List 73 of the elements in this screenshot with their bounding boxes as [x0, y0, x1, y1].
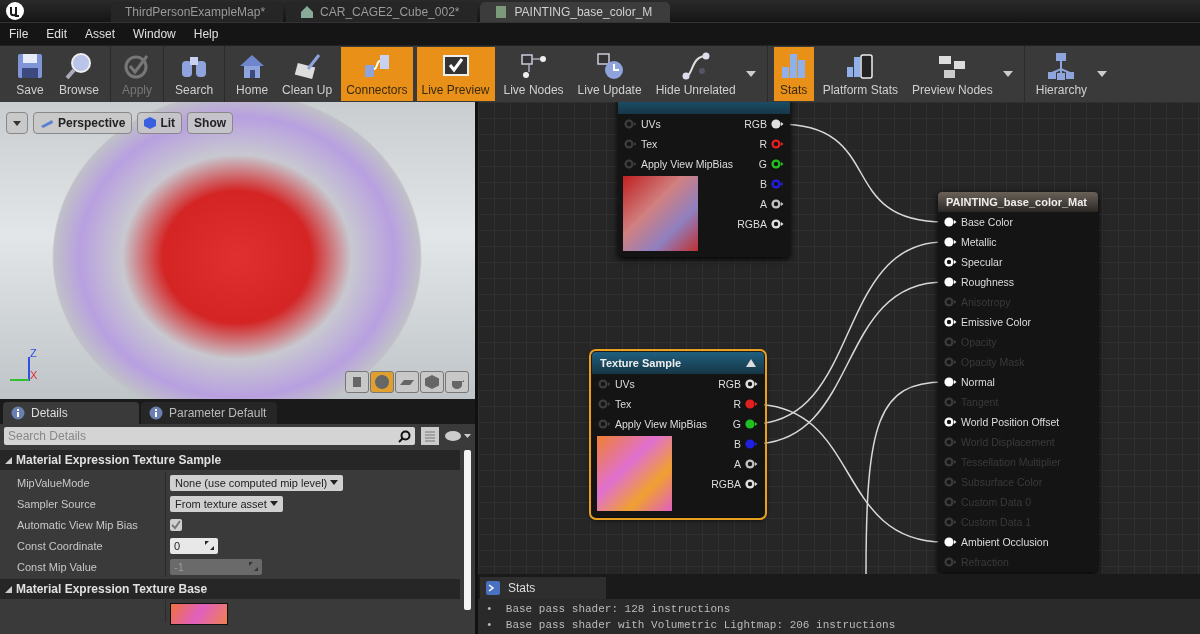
panel-tab[interactable]: Parameter Default — [141, 402, 277, 424]
property-label: Const Coordinate — [0, 535, 166, 556]
pin-label: RGB — [718, 378, 741, 390]
toolbar-button[interactable]: Hide Unrelated — [650, 47, 761, 101]
texture-sample-node[interactable]: Texture Sample UVs Tex Apply View MipBias RGB R G B A RGBA — [592, 352, 764, 517]
pin-label: RGB — [744, 118, 767, 130]
pin-label: G — [732, 418, 741, 430]
menu-item[interactable]: Asset — [76, 27, 125, 41]
toolbar-button[interactable]: Save — [10, 47, 50, 101]
pin-label: Normal — [961, 376, 995, 388]
viewport-button[interactable]: Show — [187, 112, 234, 134]
search-field[interactable]: Search Details — [4, 427, 415, 445]
menu-item[interactable]: Help — [184, 27, 228, 41]
section-header[interactable]: Material Expression Texture Base — [0, 579, 460, 599]
section-title: Material Expression Texture Sample — [16, 453, 222, 467]
pin-label: World Position Offset — [961, 416, 1060, 428]
pin-label: B — [734, 438, 741, 450]
toolbar-button[interactable]: Live Preview — [416, 47, 495, 101]
pin-label: Base Color — [961, 216, 1013, 228]
toolbar-button[interactable]: Home — [231, 47, 274, 101]
pin-label: Specular — [961, 256, 1003, 268]
pin-label: UVs — [615, 378, 635, 390]
pin-label: Apply View MipBias — [641, 158, 733, 170]
node-title: Texture Sample — [600, 357, 682, 369]
toolbar-button[interactable]: Browse — [54, 47, 104, 101]
pin-label: Tex — [641, 138, 658, 150]
pin-label: Apply View MipBias — [615, 418, 707, 430]
node-title: PAINTING_base_color_Mat — [946, 196, 1087, 208]
property-label: Sampler Source — [0, 493, 166, 514]
pin-label: Roughness — [961, 276, 1015, 288]
toolbar-button[interactable]: Connectors — [341, 47, 413, 101]
document-tab[interactable]: PAINTING_base_color_M — [480, 2, 671, 22]
axis-label: Z — [30, 347, 37, 359]
property-label: MipValueMode — [0, 472, 166, 493]
toolbar-button[interactable]: Stats — [773, 47, 814, 101]
stats-line: • Base pass shader: 128 instructions — [486, 602, 732, 617]
section-header[interactable]: Material Expression Texture Sample — [0, 450, 460, 470]
toolbar-button[interactable]: Clean Up — [277, 47, 338, 101]
axis-label: X — [30, 369, 38, 381]
toolbar-button[interactable]: Live Nodes — [498, 47, 569, 101]
pin-label: R — [733, 398, 741, 410]
menu-item[interactable]: Window — [124, 27, 185, 41]
pin-label: Metallic — [961, 236, 997, 248]
pin-label: UVs — [641, 118, 661, 130]
section-title: Material Expression Texture Base — [16, 582, 208, 596]
texture-sample-node[interactable]: UVs Tex Apply View MipBias RGB R G B A RGBA — [618, 102, 790, 257]
panel-tab[interactable]: Stats — [480, 577, 606, 599]
pin-label: G — [758, 158, 767, 170]
property-label: Const Mip Value — [0, 556, 166, 577]
pin-label: A — [734, 458, 741, 470]
pin-label: R — [759, 138, 767, 150]
panel-tab[interactable]: Details — [3, 402, 139, 424]
pin-label: B — [760, 178, 767, 190]
toolbar-button[interactable]: Platform Stats — [817, 47, 904, 101]
viewport-button[interactable]: Perspective — [33, 112, 133, 134]
pin-label: RGBA — [737, 218, 767, 230]
property-label: Automatic View Mip Bias — [0, 514, 166, 535]
pin-label: A — [760, 198, 767, 210]
pin-label: RGBA — [711, 478, 741, 490]
number-field[interactable]: 0 — [170, 537, 218, 554]
menu-item[interactable]: Edit — [37, 27, 77, 41]
stats-line: • Base pass shader with Volumetric Lightmap: 206 instructions — [486, 618, 897, 633]
toolbar-button[interactable]: Live Update — [572, 47, 647, 101]
toolbar-button[interactable]: Hierarchy — [1030, 47, 1113, 101]
pin-label: Emissive Color — [961, 316, 1031, 328]
dropdown[interactable]: None (use computed mip level) — [170, 474, 344, 491]
toolbar-button[interactable]: Preview Nodes — [907, 47, 1018, 101]
pin-label: Ambient Occlusion — [961, 536, 1049, 548]
dropdown[interactable]: From texture asset — [170, 495, 283, 512]
viewport-button[interactable]: Lit — [137, 112, 183, 134]
pin-label: Tex — [615, 398, 632, 410]
toolbar-button[interactable]: Search — [170, 47, 219, 101]
menu-item[interactable]: File — [0, 27, 38, 41]
